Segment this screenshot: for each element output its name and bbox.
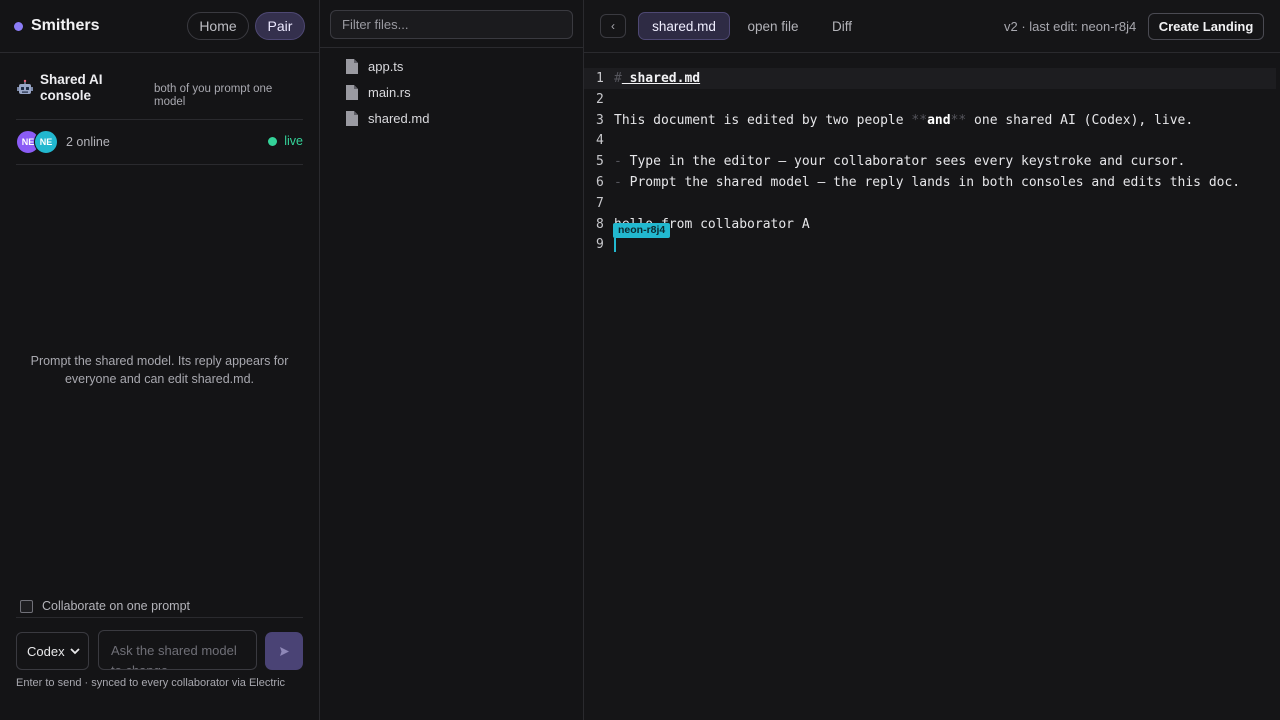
send-button[interactable] (265, 632, 303, 670)
md-list-mark: - (614, 174, 622, 190)
empty-console-message: Prompt the shared model. Its reply appea… (30, 354, 289, 386)
sidebar: Smithers Home Pair Shared AI console bot… (0, 0, 320, 720)
pair-button[interactable]: Pair (255, 12, 305, 40)
md-heading: shared.md (621, 71, 701, 86)
line-number: 7 (596, 195, 604, 211)
collapse-button[interactable]: ‹ (600, 14, 626, 38)
chevron-down-icon (70, 648, 80, 655)
prompt-input[interactable] (98, 630, 257, 670)
editor-toolbar: ‹ shared.md open file Diff v2 · last edi… (584, 0, 1280, 53)
line-text: This document is edited by two people **… (614, 113, 1193, 128)
code-line: 6 - Prompt the shared model — the reply … (584, 172, 1276, 193)
collaborate-toggle-row: Collaborate on one prompt (16, 598, 303, 618)
presence-bar: NE NE 2 online live (16, 120, 303, 165)
line-text: # shared.md (614, 71, 700, 86)
code-line: 2 (584, 89, 1276, 110)
line-number: 6 (596, 174, 604, 190)
robot-icon (17, 79, 33, 94)
line-number: 8 (596, 216, 604, 232)
line-number: 2 (596, 91, 604, 107)
file-label: main.rs (368, 84, 411, 100)
console-title: Shared AI console (40, 72, 103, 103)
file-label: app.ts (368, 58, 404, 74)
file-item-app-ts[interactable]: app.ts (346, 56, 566, 76)
file-icon (346, 110, 358, 126)
line-number: 9 (596, 237, 604, 253)
text-segment: This document is edited by two people (614, 112, 912, 128)
sidebar-header: Smithers Home Pair (0, 0, 319, 53)
code-editor[interactable]: 1 # shared.md 2 3 This document is edite… (584, 68, 1280, 255)
code-line: 5 - Type in the editor — your collaborat… (584, 151, 1276, 172)
model-select[interactable]: Codex (16, 632, 89, 670)
collaborator-caret (614, 238, 616, 252)
md-bold-mark: ** (911, 112, 928, 128)
file-tree-header (320, 0, 583, 48)
line-number: 1 (596, 71, 604, 86)
live-status: live (284, 134, 303, 148)
collaborator-cursor-label: neon-r8j4 (613, 223, 671, 238)
text-segment: Type in the editor — your collaborator s… (621, 154, 1186, 170)
line-text: - Prompt the shared model — the reply la… (614, 175, 1240, 190)
code-line: 9 (584, 234, 1276, 255)
tab-shared-md[interactable]: shared.md (638, 12, 730, 40)
avatar: NE (34, 130, 58, 154)
collaborate-label: Collaborate on one prompt (42, 599, 191, 613)
text-segment: one shared AI (Codex), live. (966, 112, 1194, 128)
line-text: - Type in the editor — your collaborator… (614, 154, 1185, 169)
text-segment: Prompt the shared model — the reply land… (621, 174, 1241, 190)
tab-diff[interactable]: Diff (822, 12, 862, 40)
tab-open-file[interactable]: open file (740, 12, 806, 40)
file-item-main-rs[interactable]: main.rs (346, 82, 566, 102)
file-icon (346, 58, 358, 74)
file-icon (346, 84, 358, 100)
md-list-mark: - (614, 154, 622, 170)
brand-dot-icon (14, 22, 23, 31)
online-count: 2 online (66, 135, 110, 149)
file-item-shared-md[interactable]: shared.md (346, 108, 566, 128)
md-bold: and (927, 112, 951, 128)
console-header: Shared AI console both of you prompt one… (16, 72, 303, 120)
model-select-value: Codex (27, 643, 65, 659)
line-number: 5 (596, 154, 604, 170)
code-line: 4 (584, 130, 1276, 151)
line-number: 3 (596, 112, 604, 128)
live-dot-icon (268, 137, 277, 146)
code-line: 1 # shared.md (584, 68, 1276, 89)
console-subtitle: both of you prompt one model (154, 83, 273, 108)
version-status: v2 · last edit: neon-r8j4 (1004, 19, 1137, 34)
code-line: 3 This document is edited by two people … (584, 110, 1276, 131)
file-tree: app.ts main.rs shared.md (320, 0, 584, 720)
filter-files-input[interactable] (330, 10, 573, 39)
send-icon (279, 646, 289, 656)
send-hint: Enter to send · synced to every collabor… (16, 677, 286, 689)
editor-pane: ‹ shared.md open file Diff v2 · last edi… (584, 0, 1280, 720)
file-label: shared.md (368, 110, 430, 126)
home-button[interactable]: Home (187, 12, 249, 40)
create-landing-button[interactable]: Create Landing (1148, 13, 1264, 40)
brand-name: Smithers (31, 17, 100, 34)
line-number: 4 (596, 133, 604, 149)
code-line: 7 (584, 193, 1276, 214)
md-heading-mark: # (614, 71, 622, 86)
collaborate-checkbox[interactable] (20, 600, 33, 613)
md-bold-mark: ** (950, 112, 967, 128)
code-line: 8 hello from collaborator A (584, 214, 1276, 235)
